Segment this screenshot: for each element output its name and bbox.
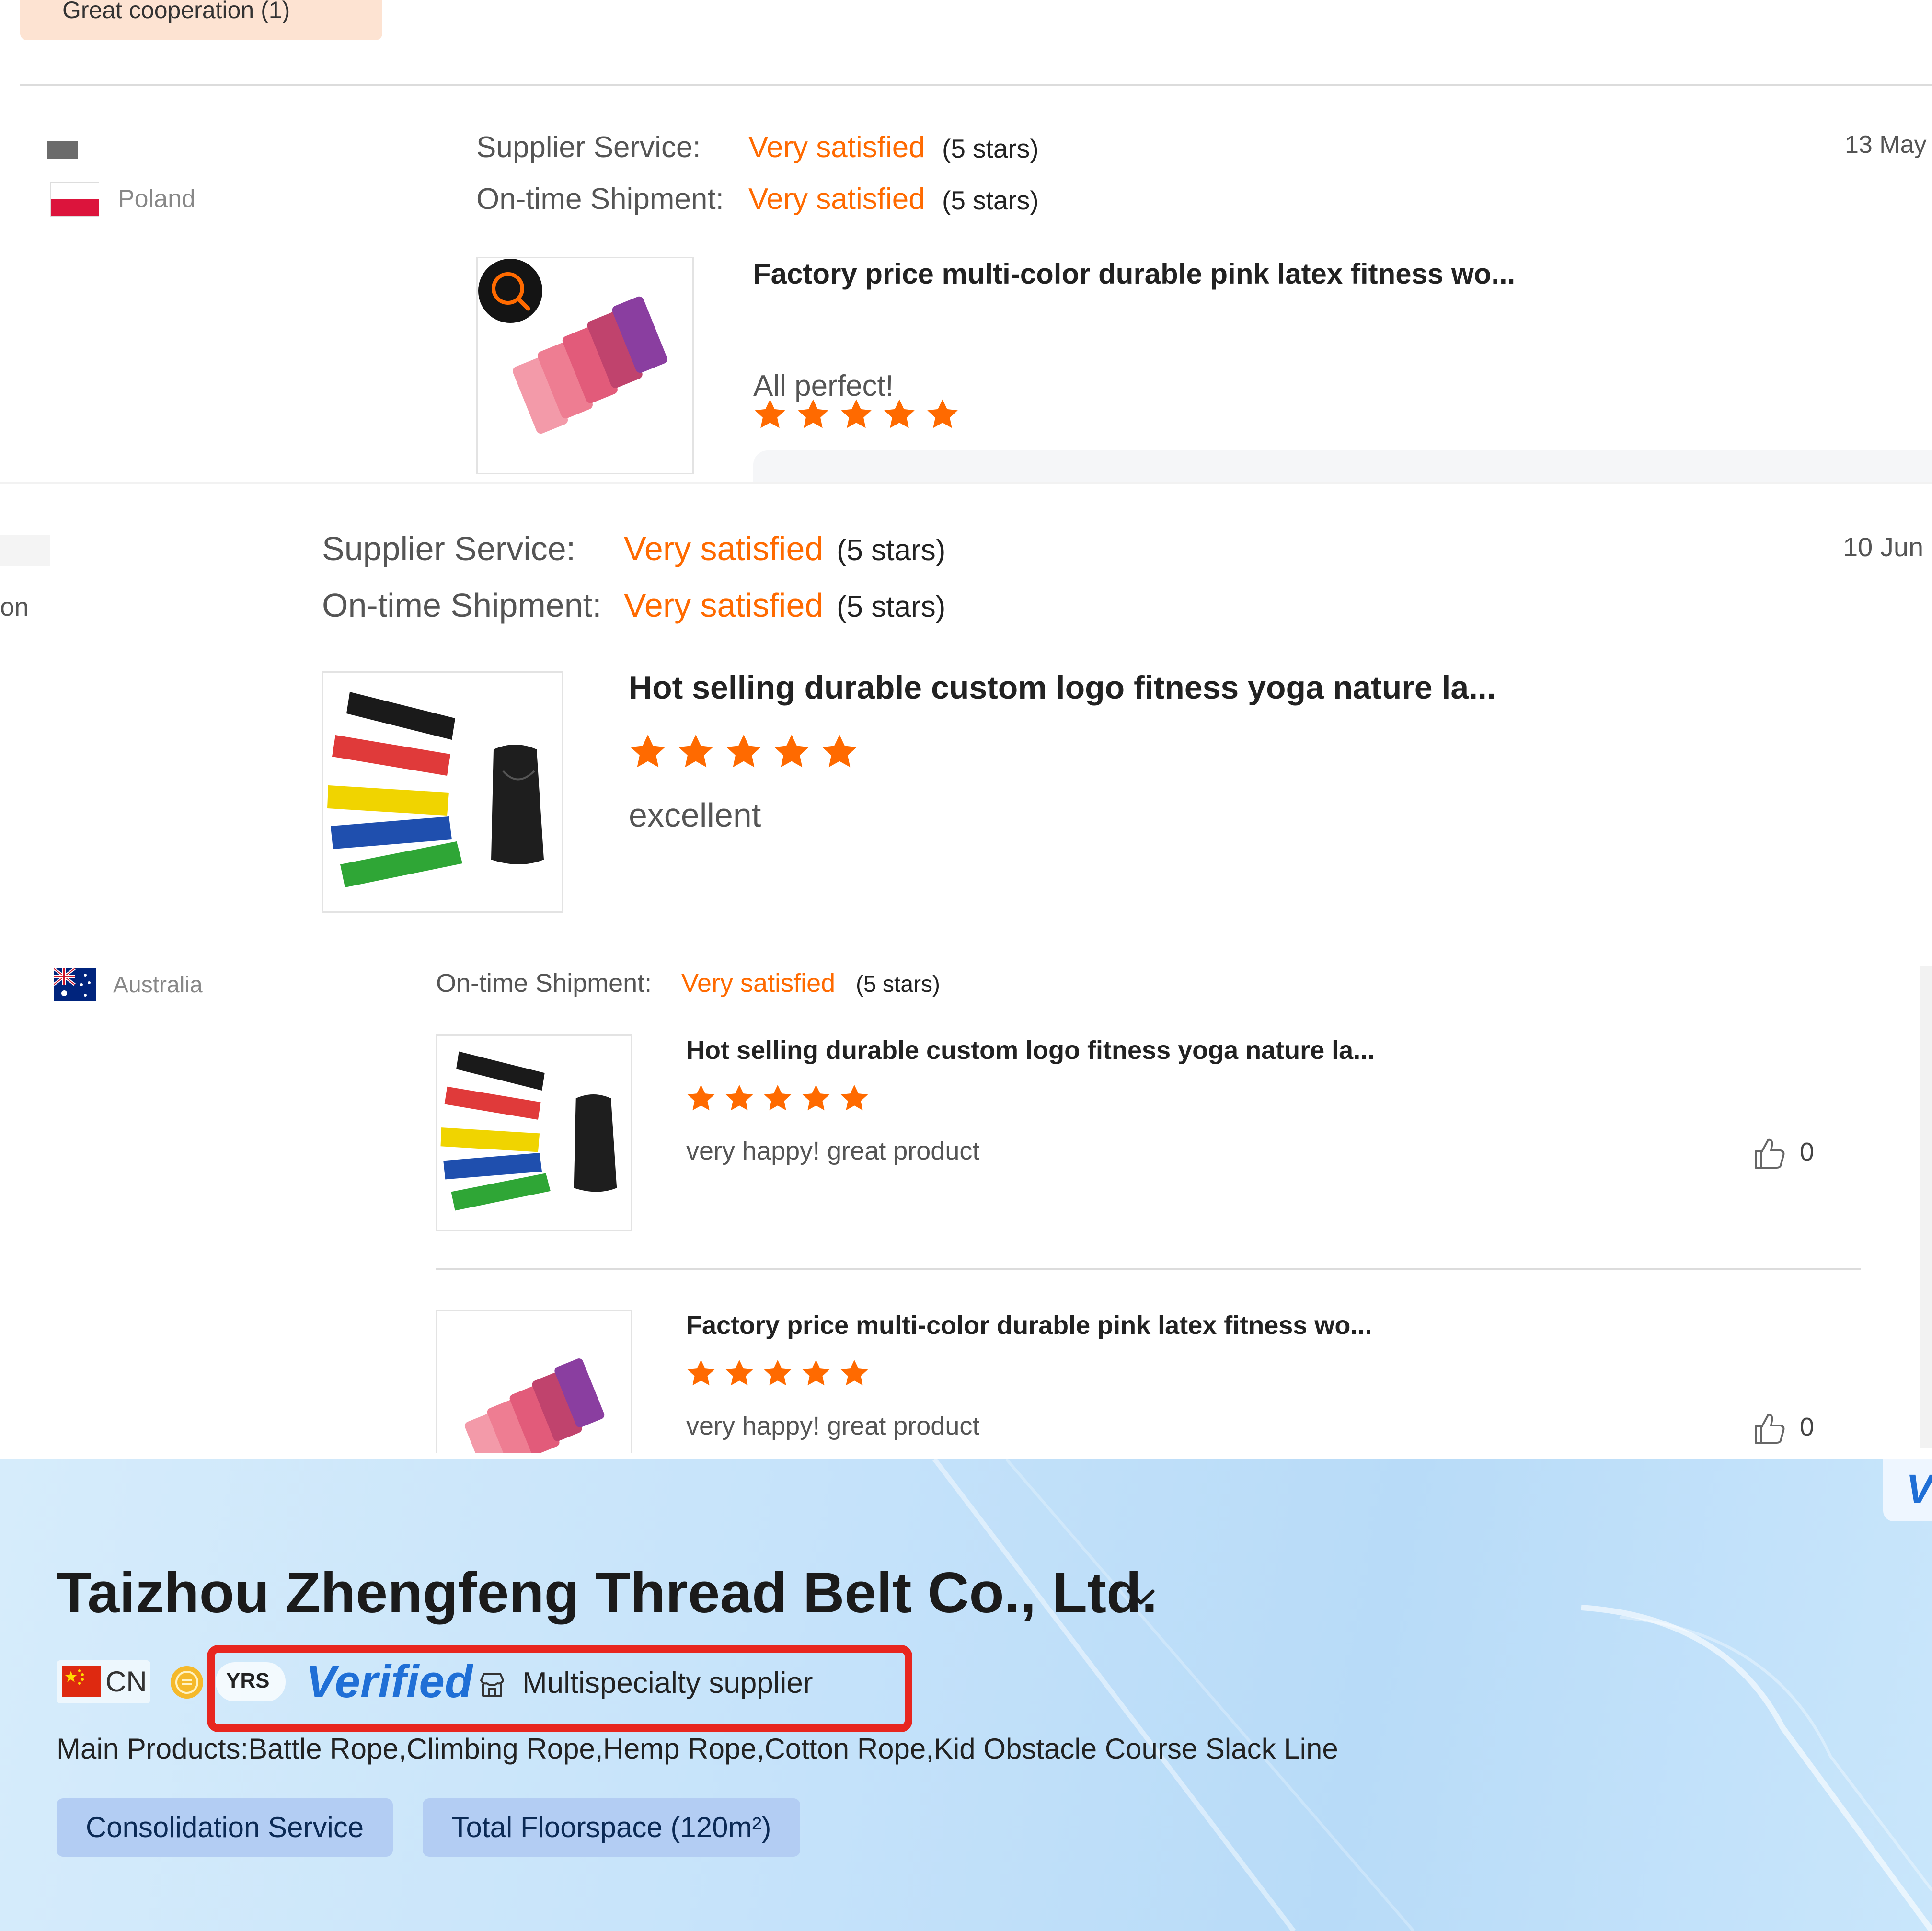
highlight-annotation-box — [207, 1645, 912, 1732]
tag-great-cooperation[interactable]: Great cooperation (1) — [20, 0, 382, 40]
flag-poland-icon — [50, 182, 99, 217]
product-title[interactable]: Hot selling durable custom logo fitness … — [686, 1035, 1375, 1065]
corner-badge-text: V — [1906, 1466, 1932, 1511]
color-bands-image — [327, 692, 544, 887]
star-icon — [630, 735, 666, 768]
review-comment: very happy! great product — [686, 1412, 980, 1440]
shipment-stars: (5 stars) — [837, 590, 946, 623]
product-title[interactable]: Factory price multi-color durable pink l… — [753, 257, 1515, 290]
star-icon — [725, 1359, 753, 1386]
shipment-stars: (5 stars) — [856, 972, 941, 997]
right-scroll-edge — [1920, 966, 1932, 1448]
rating-stars — [685, 1082, 877, 1114]
flag-australia-icon — [53, 967, 96, 1001]
star-icon — [927, 399, 958, 428]
main-products: Main Products:Battle Rope,Climbing Rope,… — [57, 1733, 1338, 1765]
reviewer-country: Australia — [113, 972, 203, 998]
review-comment: All perfect! — [753, 369, 894, 402]
shipment-value: Very satisfied — [748, 183, 925, 216]
rating-stars — [685, 1357, 877, 1389]
reviewer-country: on — [0, 593, 29, 621]
chip-total-floorspace[interactable]: Total Floorspace (120m²) — [423, 1798, 800, 1857]
star-icon — [726, 735, 761, 768]
reply-box — [753, 450, 1932, 482]
star-icon — [822, 735, 857, 768]
reviewer-country: Poland — [118, 185, 196, 213]
pink-bands-image — [464, 1358, 605, 1453]
star-icon — [802, 1084, 830, 1111]
supplier-service-stars: (5 stars) — [942, 134, 1039, 163]
supplier-service-value: Very satisfied — [624, 530, 824, 567]
star-icon — [840, 1359, 868, 1386]
rating-stars — [628, 732, 867, 772]
shipment-label: On-time Shipment: — [436, 969, 652, 998]
product-thumbnail[interactable] — [322, 671, 564, 913]
avatar-placeholder — [0, 535, 50, 566]
review-card-second: on Supplier Service: Very satisfied (5 s… — [0, 484, 1932, 930]
search-icon[interactable] — [478, 259, 542, 323]
divider — [20, 84, 1932, 86]
gold-member-icon — [171, 1666, 203, 1699]
product-title[interactable]: Hot selling durable custom logo fitness … — [629, 669, 1496, 706]
review-comment: very happy! great product — [686, 1137, 980, 1165]
country-code: CN — [105, 1666, 147, 1698]
star-icon — [840, 1084, 868, 1111]
supplier-service-label: Supplier Service: — [322, 530, 576, 567]
star-icon — [774, 735, 809, 768]
product-thumbnail[interactable] — [436, 1310, 632, 1453]
star-icon — [802, 1359, 830, 1386]
product-thumbnail[interactable] — [436, 1034, 632, 1231]
like-count: 0 — [1800, 1138, 1815, 1166]
review-card-australia: Australia On-time Shipment: Very satisfi… — [0, 930, 1932, 1453]
review-comment: excellent — [629, 796, 761, 834]
company-name[interactable]: Taizhou Zhengfeng Thread Belt Co., Ltd. — [57, 1560, 1158, 1626]
avatar-placeholder — [47, 141, 78, 159]
shipment-value: Very satisfied — [624, 586, 824, 624]
star-icon — [678, 735, 713, 768]
supplier-service-stars: (5 stars) — [837, 534, 946, 567]
star-icon — [764, 1359, 792, 1386]
item-divider — [436, 1268, 1861, 1270]
like-count: 0 — [1800, 1413, 1815, 1441]
star-icon — [687, 1084, 715, 1111]
supplier-service-value: Very satisfied — [748, 131, 925, 164]
star-icon — [687, 1359, 715, 1386]
product-title[interactable]: Factory price multi-color durable pink l… — [686, 1310, 1372, 1340]
shipment-stars: (5 stars) — [942, 185, 1039, 215]
corner-verified-badge[interactable]: V — [1883, 1459, 1932, 1521]
review-date: 10 Jun — [1843, 532, 1924, 562]
flag-china-icon — [62, 1666, 101, 1697]
thumbs-up-icon[interactable] — [1752, 1136, 1786, 1171]
shipment-label: On-time Shipment: — [476, 183, 724, 216]
chip-consolidation-service[interactable]: Consolidation Service — [57, 1798, 393, 1857]
star-icon — [725, 1084, 753, 1111]
chevron-down-icon[interactable] — [1124, 1580, 1158, 1613]
supplier-service-label: Supplier Service: — [476, 131, 701, 164]
color-bands-image — [440, 1051, 617, 1211]
thumbs-up-icon[interactable] — [1752, 1411, 1786, 1446]
shipment-value: Very satisfied — [681, 969, 836, 998]
supplier-header-panel: V Taizhou Zhengfeng Thread Belt Co., Ltd… — [0, 1459, 1932, 1931]
review-card-poland: Poland Supplier Service: Very satisfied … — [0, 86, 1932, 482]
review-date: 13 May — [1845, 131, 1927, 159]
star-icon — [764, 1084, 792, 1111]
shipment-label: On-time Shipment: — [322, 586, 602, 624]
